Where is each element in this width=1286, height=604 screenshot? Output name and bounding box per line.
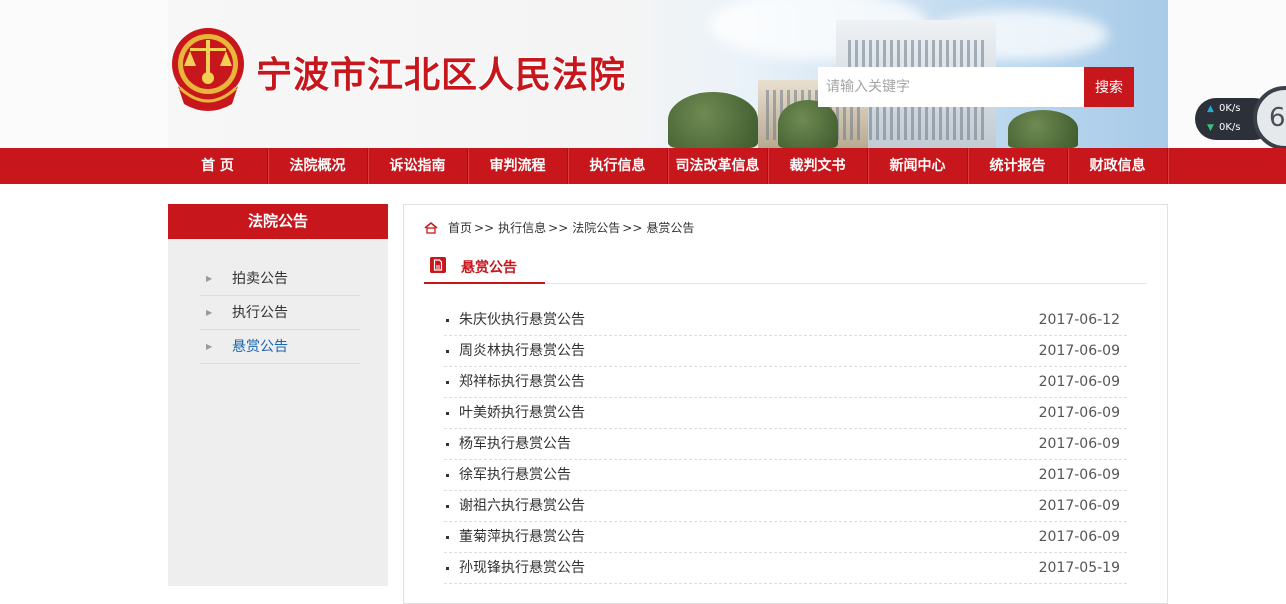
triangle-right-icon: ▶ xyxy=(206,308,213,317)
breadcrumb-separator: >> xyxy=(474,220,495,235)
nav-item-execution-info[interactable]: 执行信息 xyxy=(568,148,668,184)
list-item-date: 2017-06-09 xyxy=(1038,467,1120,483)
list-item[interactable]: 叶美娇执行悬赏公告 2017-06-09 xyxy=(444,398,1127,429)
breadcrumb-home[interactable]: 首页 xyxy=(448,219,472,236)
list-item[interactable]: 孙现锋执行悬赏公告 2017-05-19 xyxy=(444,553,1127,584)
list-item-title[interactable]: 孙现锋执行悬赏公告 xyxy=(459,553,585,583)
section-header: 悬赏公告 xyxy=(424,251,1147,284)
bullet-icon xyxy=(446,381,449,384)
breadcrumb-separator: >> xyxy=(548,220,569,235)
header: 宁波市江北区人民法院 搜索 ▲ 0K/s ▼ 0K/s 64 xyxy=(0,0,1286,150)
site-title[interactable]: 宁波市江北区人民法院 xyxy=(256,46,626,98)
list-item-title[interactable]: 谢祖六执行悬赏公告 xyxy=(459,491,585,521)
upload-speed: ▲ 0K/s xyxy=(1207,103,1241,114)
nav-item-finance[interactable]: 财政信息 xyxy=(1068,148,1168,184)
section-title: 悬赏公告 xyxy=(461,260,517,276)
list-item[interactable]: 郑祥标执行悬赏公告 2017-06-09 xyxy=(444,367,1127,398)
list-item-title[interactable]: 叶美娇执行悬赏公告 xyxy=(459,398,585,428)
list-item-title[interactable]: 徐军执行悬赏公告 xyxy=(459,460,571,490)
list-item-date: 2017-06-09 xyxy=(1038,529,1120,545)
sidebar-item-execution-notice[interactable]: ▶ 执行公告 xyxy=(200,296,360,330)
sidebar-item-label: 拍卖公告 xyxy=(232,271,288,287)
list-item-title[interactable]: 周炎林执行悬赏公告 xyxy=(459,336,585,366)
news-list: 朱庆伙执行悬赏公告 2017-06-12 周炎林执行悬赏公告 2017-06-09 … xyxy=(444,305,1127,584)
download-speed-value: 0K/s xyxy=(1219,122,1241,133)
list-item-date: 2017-06-09 xyxy=(1038,498,1120,514)
breadcrumb-current: 悬赏公告 xyxy=(646,221,695,235)
bullet-icon xyxy=(446,474,449,477)
triangle-right-icon: ▶ xyxy=(206,274,213,283)
nav-item-home[interactable]: 首 页 xyxy=(168,148,268,184)
bullet-icon xyxy=(446,443,449,446)
list-item-date: 2017-06-09 xyxy=(1038,436,1120,452)
section-tab: 悬赏公告 xyxy=(424,251,545,284)
list-item-date: 2017-06-09 xyxy=(1038,374,1120,390)
bullet-icon xyxy=(446,350,449,353)
breadcrumb-court-notice[interactable]: 法院公告 xyxy=(572,219,620,236)
sidebar-item-label: 执行公告 xyxy=(232,305,288,321)
sidebar-item-reward-notice[interactable]: ▶ 悬赏公告 xyxy=(200,330,360,364)
main-content: 首页 >> 执行信息 >> 法院公告 >> 悬赏公告 悬赏公告 朱庆伙执行悬赏公… xyxy=(403,204,1168,604)
download-speed: ▼ 0K/s xyxy=(1207,122,1241,133)
sidebar-title: 法院公告 xyxy=(168,204,388,239)
bullet-icon xyxy=(446,505,449,508)
network-speed-widget[interactable]: ▲ 0K/s ▼ 0K/s 64 xyxy=(1195,86,1286,150)
speed-badge[interactable]: 64 xyxy=(1253,86,1286,150)
nav-item-trial-process[interactable]: 审判流程 xyxy=(468,148,568,184)
sidebar-menu: ▶ 拍卖公告 ▶ 执行公告 ▶ 悬赏公告 xyxy=(168,262,388,364)
nav-item-court-overview[interactable]: 法院概况 xyxy=(268,148,368,184)
list-item[interactable]: 董菊萍执行悬赏公告 2017-06-09 xyxy=(444,522,1127,553)
breadcrumb-execution-info[interactable]: 执行信息 xyxy=(498,219,546,236)
sidebar-item-label: 悬赏公告 xyxy=(232,339,288,355)
bullet-icon xyxy=(446,567,449,570)
nav-item-judicial-reform[interactable]: 司法改革信息 xyxy=(668,148,768,184)
list-item[interactable]: 周炎林执行悬赏公告 2017-06-09 xyxy=(444,336,1127,367)
list-item-title[interactable]: 杨军执行悬赏公告 xyxy=(459,429,571,459)
list-item-date: 2017-06-09 xyxy=(1038,343,1120,359)
nav-item-news-center[interactable]: 新闻中心 xyxy=(868,148,968,184)
list-item-date: 2017-06-09 xyxy=(1038,405,1120,421)
home-icon xyxy=(424,221,438,234)
bullet-icon xyxy=(446,412,449,415)
triangle-right-icon: ▶ xyxy=(206,342,213,351)
list-item[interactable]: 杨军执行悬赏公告 2017-06-09 xyxy=(444,429,1127,460)
list-item[interactable]: 谢祖六执行悬赏公告 2017-06-09 xyxy=(444,491,1127,522)
nav-item-statistics[interactable]: 统计报告 xyxy=(968,148,1068,184)
list-item-title[interactable]: 董菊萍执行悬赏公告 xyxy=(459,522,585,552)
court-emblem-icon xyxy=(172,28,244,111)
search-input[interactable] xyxy=(818,67,1084,107)
nav-item-judgments[interactable]: 裁判文书 xyxy=(768,148,868,184)
nav-item-litigation-guide[interactable]: 诉讼指南 xyxy=(368,148,468,184)
sidebar-item-auction-notice[interactable]: ▶ 拍卖公告 xyxy=(200,262,360,296)
search-button[interactable]: 搜索 xyxy=(1084,67,1134,107)
document-icon xyxy=(430,257,446,273)
bullet-icon xyxy=(446,536,449,539)
upload-speed-value: 0K/s xyxy=(1219,103,1241,114)
download-arrow-icon: ▼ xyxy=(1207,123,1214,133)
upload-arrow-icon: ▲ xyxy=(1207,104,1214,114)
list-item-title[interactable]: 朱庆伙执行悬赏公告 xyxy=(459,305,585,335)
list-item-date: 2017-06-12 xyxy=(1038,312,1120,328)
list-item-date: 2017-05-19 xyxy=(1038,560,1120,576)
main-nav: 首 页 法院概况 诉讼指南 审判流程 执行信息 司法改革信息 裁判文书 新闻中心… xyxy=(0,148,1286,184)
list-item-title[interactable]: 郑祥标执行悬赏公告 xyxy=(459,367,585,397)
breadcrumb-separator: >> xyxy=(622,220,643,235)
sidebar: 法院公告 ▶ 拍卖公告 ▶ 执行公告 ▶ 悬赏公告 xyxy=(168,204,388,586)
bullet-icon xyxy=(446,319,449,322)
list-item[interactable]: 徐军执行悬赏公告 2017-06-09 xyxy=(444,460,1127,491)
breadcrumb: 首页 >> 执行信息 >> 法院公告 >> 悬赏公告 xyxy=(424,219,694,236)
list-item[interactable]: 朱庆伙执行悬赏公告 2017-06-12 xyxy=(444,305,1127,336)
